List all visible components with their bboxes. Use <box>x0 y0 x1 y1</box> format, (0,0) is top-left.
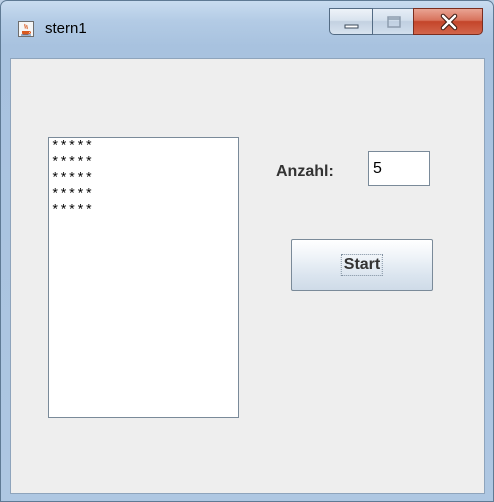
content-panel: ***** ***** ***** ***** ***** Anzahl: 5 … <box>10 58 485 494</box>
output-line: ***** <box>51 203 94 219</box>
output-line: ***** <box>51 155 94 171</box>
close-button[interactable] <box>413 8 483 35</box>
maximize-button[interactable] <box>372 8 414 35</box>
window-title: stern1 <box>45 20 87 37</box>
minimize-icon <box>344 24 359 29</box>
anzahl-label: Anzahl: <box>276 163 334 180</box>
app-window: stern1 ***** ***** ***** ***** ***** Anz… <box>0 0 494 502</box>
close-icon <box>440 13 458 31</box>
output-textarea[interactable]: ***** ***** ***** ***** ***** <box>48 137 239 418</box>
start-button-label: Start <box>340 254 384 276</box>
output-line: ***** <box>51 187 94 203</box>
start-button[interactable]: Start <box>291 239 433 291</box>
output-line: ***** <box>51 171 94 187</box>
minimize-button[interactable] <box>329 8 373 35</box>
output-line: ***** <box>51 139 94 155</box>
caption-buttons <box>329 8 483 35</box>
java-cup-icon[interactable] <box>18 21 34 37</box>
maximize-icon <box>387 16 401 28</box>
anzahl-input[interactable]: 5 <box>368 151 430 186</box>
title-bar[interactable]: stern1 <box>1 1 493 57</box>
